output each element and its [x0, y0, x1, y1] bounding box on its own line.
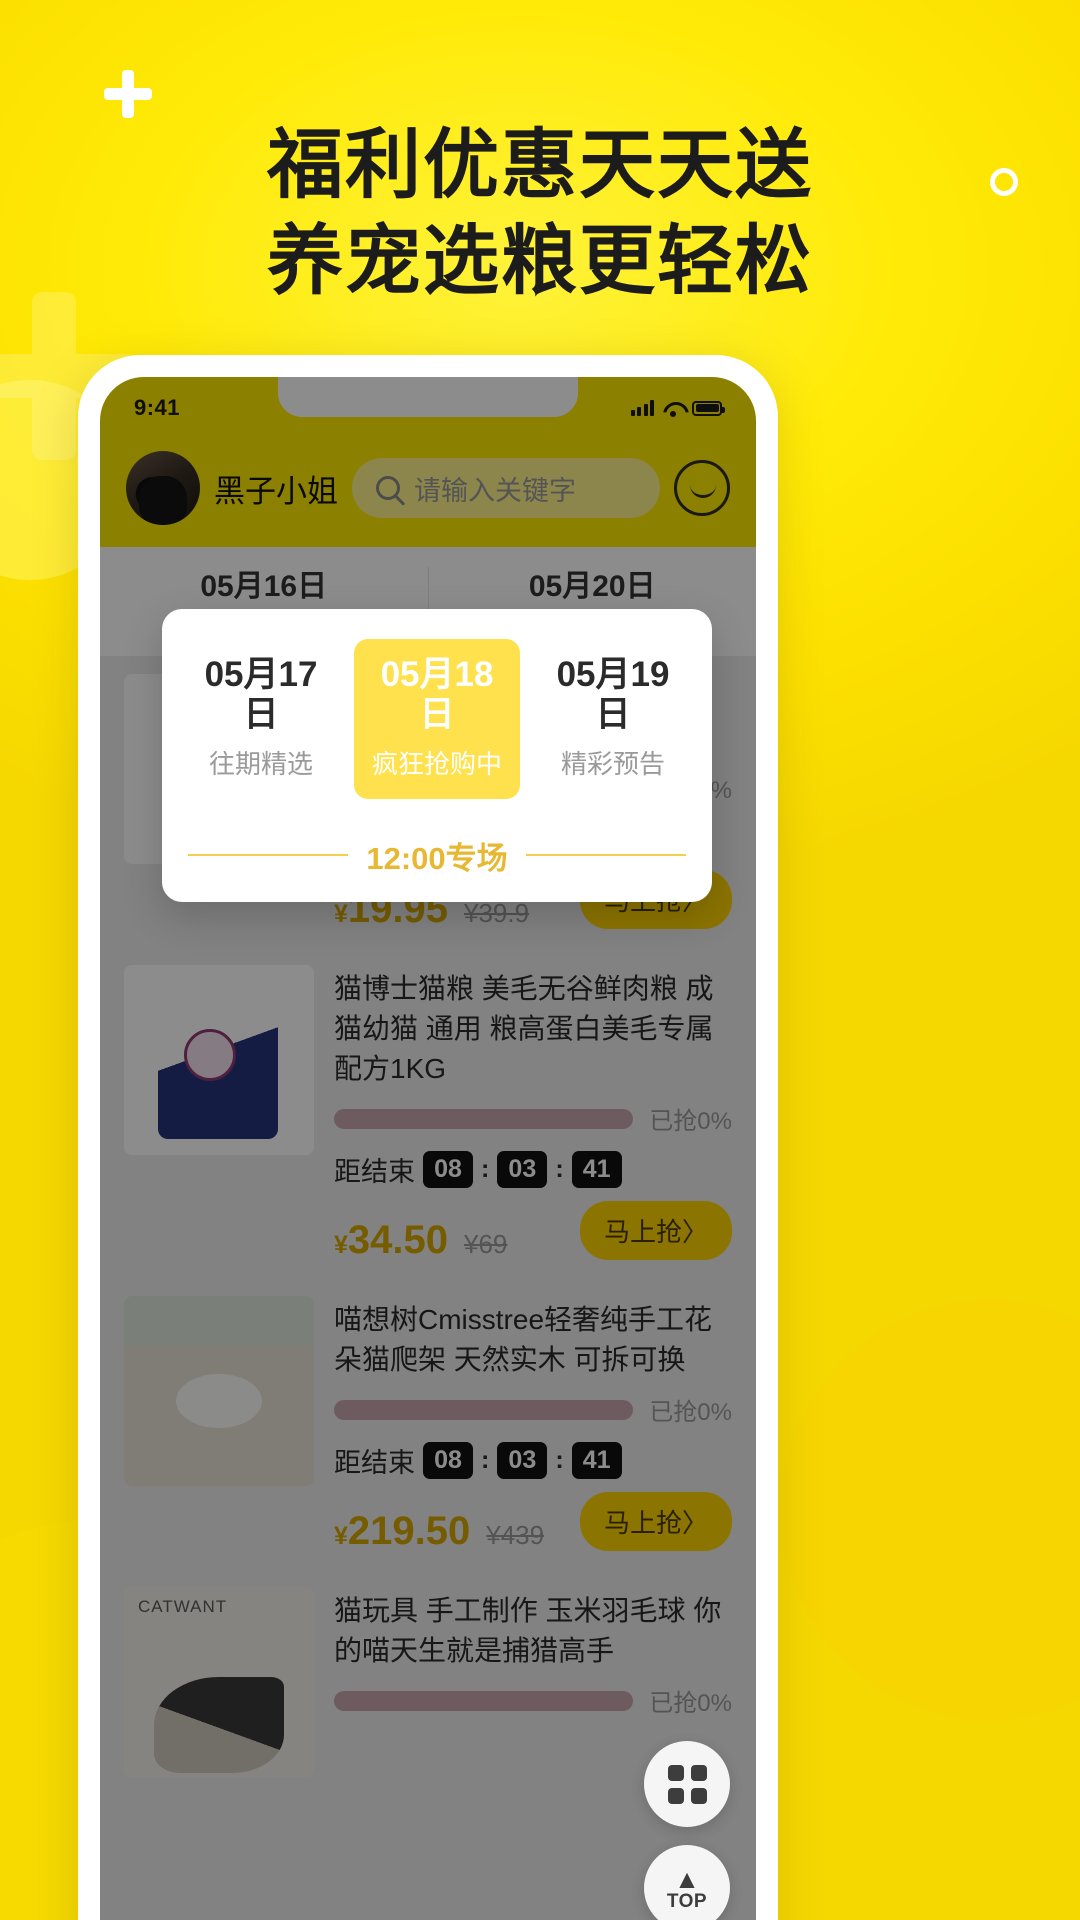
page-title: 福利优惠天天送 养宠选粮更轻松 — [0, 118, 1080, 310]
floating-buttons: ▲ TOP — [644, 1741, 730, 1920]
timer-hours: 08 — [423, 1151, 473, 1188]
current-price: ¥34.50 — [334, 1218, 449, 1262]
progress-row: 已抢0% — [334, 1101, 732, 1136]
buy-now-button[interactable]: 马上抢〉 — [579, 1201, 732, 1260]
bg-date-value: 05月20日 — [528, 570, 656, 603]
divider-right — [525, 854, 687, 856]
back-to-top-button[interactable]: ▲ TOP — [644, 1845, 730, 1920]
timer-colon: : — [481, 1446, 490, 1474]
progress-bar — [334, 1108, 634, 1129]
search-input[interactable]: 请输入关键字 — [352, 458, 660, 518]
date-tab-date: 05月19日 — [556, 655, 670, 735]
decor-blob-right — [780, 1300, 1080, 1720]
search-placeholder: 请输入关键字 — [414, 475, 576, 506]
product-row[interactable]: 喵想树Cmisstree轻奢纯手工花朵猫爬架 天然实木 可拆可换 已抢0% 距结… — [100, 1278, 756, 1569]
date-tab-subtitle: 往期精选 — [208, 748, 313, 779]
date-tab-current[interactable]: 05月18日 疯狂抢购中 — [354, 639, 520, 799]
current-price: ¥219.50 — [334, 1509, 471, 1553]
top-arrow-icon: ▲ TOP — [666, 1863, 708, 1912]
grid-icon — [667, 1764, 707, 1804]
date-tab-prev[interactable]: 05月17日 往期精选 — [178, 639, 344, 799]
progress-label: 已抢0% — [649, 1108, 732, 1135]
countdown-timer: 距结束 08 : 03 : 41 — [334, 1150, 732, 1189]
product-thumbnail: CATWANT — [124, 1587, 314, 1777]
headline-line-2: 养宠选粮更轻松 — [267, 219, 813, 304]
signal-icon — [630, 400, 654, 416]
date-selector-modal: 05月17日 往期精选 05月18日 疯狂抢购中 05月19日 精彩预告 12:… — [162, 609, 712, 902]
plus-icon-small — [104, 70, 152, 118]
product-thumbnail — [124, 965, 314, 1155]
date-tab-next[interactable]: 05月19日 精彩预告 — [530, 639, 696, 799]
product-info: 喵想树Cmisstree轻奢纯手工花朵猫爬架 天然实木 可拆可换 已抢0% 距结… — [334, 1296, 732, 1551]
headline-line-1: 福利优惠天天送 — [267, 123, 813, 208]
timer-minutes: 03 — [497, 1151, 548, 1188]
product-thumbnail — [124, 1296, 314, 1486]
countdown-timer: 距结束 08 : 03 : 41 — [334, 1441, 732, 1480]
date-tabs: 05月17日 往期精选 05月18日 疯狂抢购中 05月19日 精彩预告 — [162, 639, 712, 799]
product-title: 猫博士猫粮 美毛无谷鲜肉粮 成猫幼猫 通用 粮高蛋白美毛专属配方1KG — [334, 973, 714, 1084]
timer-seconds: 41 — [571, 1151, 622, 1188]
session-label: 12:00专场 — [366, 840, 508, 876]
timer-minutes: 03 — [497, 1442, 548, 1479]
timer-label: 距结束 — [334, 1157, 415, 1187]
timer-colon: : — [555, 1155, 564, 1183]
buy-now-button[interactable]: 马上抢〉 — [579, 1492, 732, 1551]
timer-colon: : — [555, 1446, 564, 1474]
phone-screen: 9:41 黑子小姐 请输入关键字 05月16日 05月20日 ¥19.95 ¥3… — [100, 377, 756, 1920]
progress-label: 已抢0% — [649, 1690, 732, 1717]
timer-hours: 08 — [423, 1442, 473, 1479]
status-bar: 9:41 — [100, 377, 756, 439]
timer-seconds: 41 — [571, 1442, 622, 1479]
original-price: ¥69 — [464, 1229, 508, 1259]
timer-colon: : — [481, 1155, 490, 1183]
date-tab-date: 05月17日 — [204, 655, 318, 735]
avatar[interactable] — [126, 451, 200, 525]
date-tab-subtitle: 疯狂抢购中 — [371, 748, 502, 779]
wifi-icon — [663, 401, 683, 417]
progress-label: 已抢0% — [649, 1399, 732, 1426]
username-label: 黑子小姐 — [214, 473, 338, 509]
status-indicators — [630, 400, 725, 417]
progress-bar — [334, 1399, 634, 1420]
bg-date-value: 05月16日 — [200, 570, 328, 603]
product-row[interactable]: 猫博士猫粮 美毛无谷鲜肉粮 成猫幼猫 通用 粮高蛋白美毛专属配方1KG 已抢0%… — [100, 947, 756, 1278]
original-price: ¥439 — [486, 1520, 545, 1550]
price-row: ¥219.50 ¥439 马上抢〉 — [334, 1492, 732, 1551]
product-title: 喵想树Cmisstree轻奢纯手工花朵猫爬架 天然实木 可拆可换 — [334, 1304, 713, 1375]
product-title: 猫玩具 手工制作 玉米羽毛球 你的喵天生就是捕猎高手 — [334, 1595, 722, 1666]
progress-row: 已抢0% — [334, 1683, 732, 1718]
poster-background: 福利优惠天天送 养宠选粮更轻松 9:41 黑子小姐 请输入关键字 05月16日 … — [0, 0, 1080, 1920]
date-tab-subtitle: 精彩预告 — [560, 748, 665, 779]
phone-mockup: 9:41 黑子小姐 请输入关键字 05月16日 05月20日 ¥19.95 ¥3… — [78, 355, 778, 1920]
thumbnail-caption: CATWANT — [138, 1597, 228, 1616]
app-header: 黑子小姐 请输入关键字 — [100, 439, 756, 547]
date-tab-date: 05月18日 — [380, 655, 494, 735]
search-icon — [376, 476, 400, 500]
divider-left — [188, 854, 349, 856]
progress-bar — [334, 1690, 634, 1711]
phone-notch — [278, 377, 578, 417]
session-banner: 12:00专场 — [162, 833, 712, 878]
original-price: ¥39.9 — [464, 898, 530, 928]
timer-label: 距结束 — [334, 1448, 415, 1478]
battery-icon — [692, 400, 725, 416]
status-time: 9:41 — [134, 395, 181, 420]
message-icon[interactable] — [674, 460, 730, 516]
progress-row: 已抢0% — [334, 1392, 732, 1427]
product-info: 猫博士猫粮 美毛无谷鲜肉粮 成猫幼猫 通用 粮高蛋白美毛专属配方1KG 已抢0%… — [334, 965, 732, 1260]
price-row: ¥34.50 ¥69 马上抢〉 — [334, 1201, 732, 1260]
grid-menu-button[interactable] — [644, 1741, 730, 1827]
